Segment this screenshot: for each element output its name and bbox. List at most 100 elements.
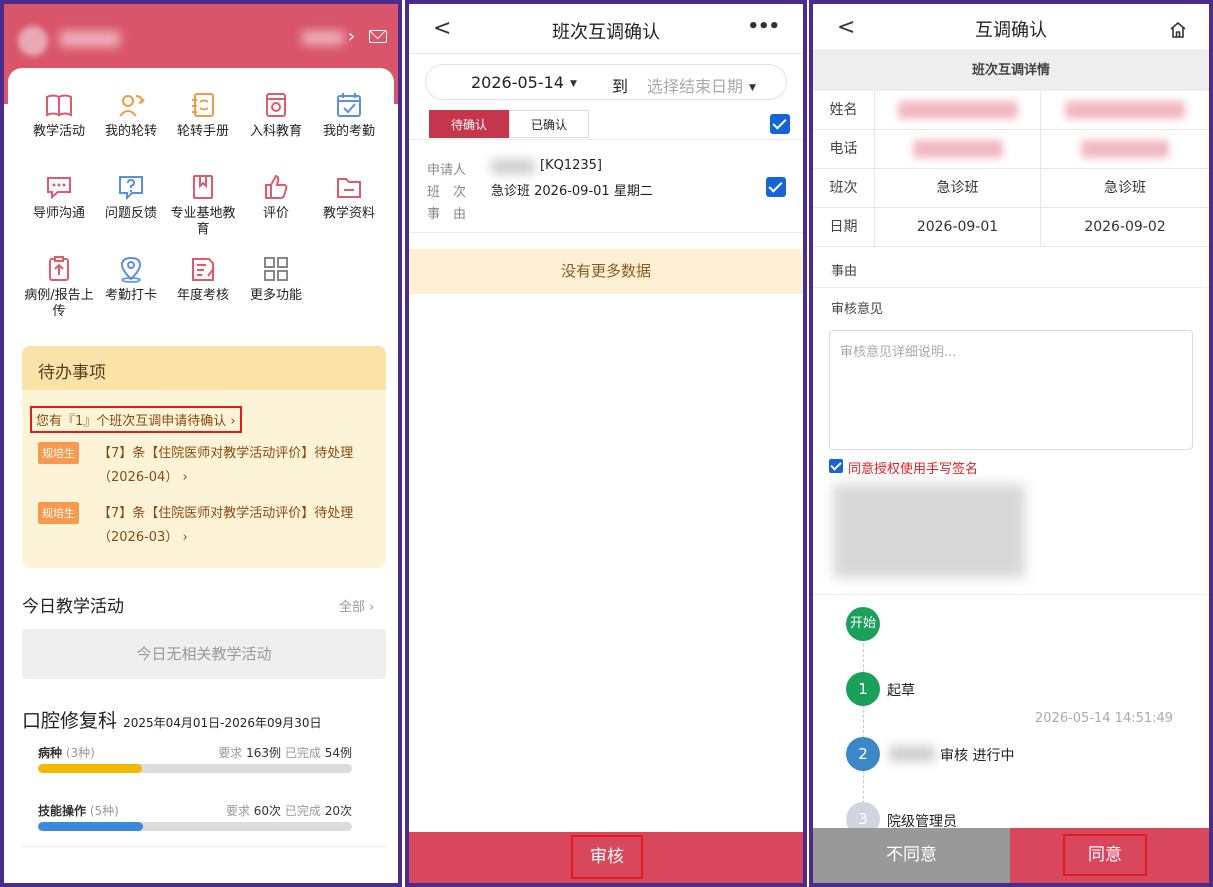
signature-image <box>833 484 1025 578</box>
start-date-select[interactable]: 2026-05-14 ▼ <box>471 73 577 92</box>
user-name-blurred <box>60 31 120 47</box>
more-label: 全部 <box>339 600 366 615</box>
item-checkbox[interactable] <box>766 177 786 197</box>
signature-consent-label: 同意授权使用手写签名 <box>848 462 979 477</box>
grid-item-annual-exam[interactable]: 年度考核 <box>166 254 240 304</box>
chevron-right-icon: › <box>369 600 375 615</box>
agree-button[interactable]: 同意 <box>1063 834 1147 876</box>
department-name: 口腔修复科 <box>22 710 118 732</box>
end-date-placeholder: 选择结束日期 <box>647 77 744 96</box>
required-label: 要求 <box>218 746 243 760</box>
grid-item-folder[interactable]: 教学资料 <box>312 172 386 222</box>
grid-item-calendar-check[interactable]: 我的考勤 <box>312 90 386 140</box>
bottom-action-bar: 审核 <box>409 832 803 883</box>
signature-consent-checkbox[interactable] <box>829 459 843 473</box>
todo-item-sub: （2026-04） <box>98 470 179 485</box>
grid-item-label: 教学活动 <box>32 124 85 139</box>
grid-item-thumb-up[interactable]: 评价 <box>239 172 313 222</box>
opinion-textarea[interactable]: 审核意见详细说明... <box>829 330 1193 450</box>
department-title: 口腔修复科 2025年04月01日-2026年09月30日 <box>22 706 322 733</box>
grid-item-book[interactable]: 教学活动 <box>22 90 96 140</box>
applicant-id: [KQ1235] <box>540 158 602 173</box>
grid-item-label: 专业基地教育 <box>170 206 236 237</box>
home-icon[interactable] <box>1169 21 1187 39</box>
shift-swap-todo-text: 您有『1』个班次互调申请待确认 <box>36 414 227 429</box>
chevron-right-icon[interactable]: › <box>348 26 355 47</box>
grid-item-label: 问题反馈 <box>104 206 157 221</box>
avatar[interactable] <box>18 26 48 56</box>
nav-bar: < 班次互调确认 ••• <box>409 4 803 54</box>
grid-item-label: 教学资料 <box>322 206 375 221</box>
grid-item-question[interactable]: 问题反馈 <box>94 172 168 222</box>
blurred-phone <box>1081 140 1169 158</box>
divider <box>22 846 386 847</box>
grid-item-label: 病例/报告上传 <box>24 288 94 319</box>
flow-step-node: 2 <box>846 737 880 771</box>
detail-row-shift: 班次 急诊班 急诊班 <box>813 169 1209 208</box>
todo-item[interactable]: 规培生 【7】条【住院医师对教学活动评价】待处理 （2026-03） › <box>38 502 378 550</box>
end-date-select[interactable]: 选择结束日期 ▼ <box>647 73 756 97</box>
grid-item-flower-card[interactable]: 入科教育 <box>239 90 313 140</box>
required-value: 60次 <box>253 804 282 818</box>
blurred-name <box>897 101 1018 119</box>
grid-item-chat[interactable]: 导师沟通 <box>22 172 96 222</box>
tab-pending[interactable]: 待确认 <box>429 110 509 138</box>
grid-item-clipboard-upload[interactable]: 病例/报告上传 <box>22 254 96 320</box>
grid-item-label: 评价 <box>262 206 289 221</box>
grid-item-notebook[interactable]: 轮转手册 <box>166 90 240 140</box>
profile-link-blurred[interactable] <box>302 31 344 45</box>
grid-item-label: 导师沟通 <box>32 206 85 221</box>
annual-exam-icon <box>188 254 218 284</box>
shift-swap-todo-link[interactable]: 您有『1』个班次互调申请待确认 › <box>30 406 242 433</box>
book-icon <box>44 90 74 120</box>
completed-label: 已完成 <box>284 746 321 760</box>
notebook-icon <box>188 90 218 120</box>
divider <box>813 287 1209 288</box>
row-cell: 2026-09-01 <box>875 208 1041 247</box>
date-range-picker: 2026-05-14 ▼ 到 选择结束日期 ▼ <box>425 64 787 100</box>
grid-item-grid-more[interactable]: 更多功能 <box>239 254 313 304</box>
grid-item-label: 我的轮转 <box>104 124 157 139</box>
no-more-data: 没有更多数据 <box>409 249 803 294</box>
question-icon <box>116 172 146 202</box>
grid-item-user-rotate[interactable]: 我的轮转 <box>94 90 168 140</box>
agree-button-area: 同意 <box>1010 828 1209 883</box>
row-label: 日期 <box>813 208 875 247</box>
reason-label: 事 由 <box>427 207 467 222</box>
opinion-label: 审核意见 <box>831 302 884 317</box>
progress-disease[interactable]: 病种 (3种) 要求 163例 已完成 54例 <box>38 744 354 773</box>
caret-down-icon: ▼ <box>569 79 577 89</box>
todo-item[interactable]: 规培生 【7】条【住院医师对教学活动评价】待处理 （2026-04） › <box>38 442 378 490</box>
date-to-label: 到 <box>612 77 629 96</box>
row-label: 电话 <box>813 130 875 169</box>
progress-name: 病种 <box>38 746 63 760</box>
bookmark-book-icon <box>188 172 218 202</box>
folder-icon <box>334 172 364 202</box>
divider <box>409 139 803 140</box>
todo-item-sub: （2026-03） <box>98 530 179 545</box>
select-all-checkbox[interactable] <box>770 114 790 134</box>
flow-start-node: 开始 <box>846 607 880 641</box>
progress-skill[interactable]: 技能操作 (5种) 要求 60次 已完成 20次 <box>38 802 354 831</box>
blurred-phone <box>912 140 1003 158</box>
row-label: 班次 <box>813 169 875 208</box>
more-dots-icon[interactable]: ••• <box>747 16 780 37</box>
mail-icon[interactable] <box>369 30 387 43</box>
today-activity-more-link[interactable]: 全部 › <box>339 596 374 615</box>
grid-item-label: 我的考勤 <box>322 124 375 139</box>
grid-item-location-pin[interactable]: 考勤打卡 <box>94 254 168 304</box>
disagree-button[interactable]: 不同意 <box>813 828 1010 883</box>
progress-count: (5种) <box>89 804 119 818</box>
chevron-right-icon: › <box>182 530 188 545</box>
reason-label: 事由 <box>831 264 858 279</box>
tab-confirmed[interactable]: 已确认 <box>509 110 589 138</box>
grid-item-label: 考勤打卡 <box>104 288 157 303</box>
chevron-right-icon: › <box>182 470 188 485</box>
completed-value: 20次 <box>324 804 352 818</box>
grid-item-label: 更多功能 <box>249 288 302 303</box>
chat-icon <box>44 172 74 202</box>
progress-name: 技能操作 <box>38 804 87 818</box>
review-button[interactable]: 审核 <box>571 835 643 879</box>
clipboard-upload-icon <box>44 254 74 284</box>
grid-item-bookmark-book[interactable]: 专业基地教育 <box>166 172 240 238</box>
